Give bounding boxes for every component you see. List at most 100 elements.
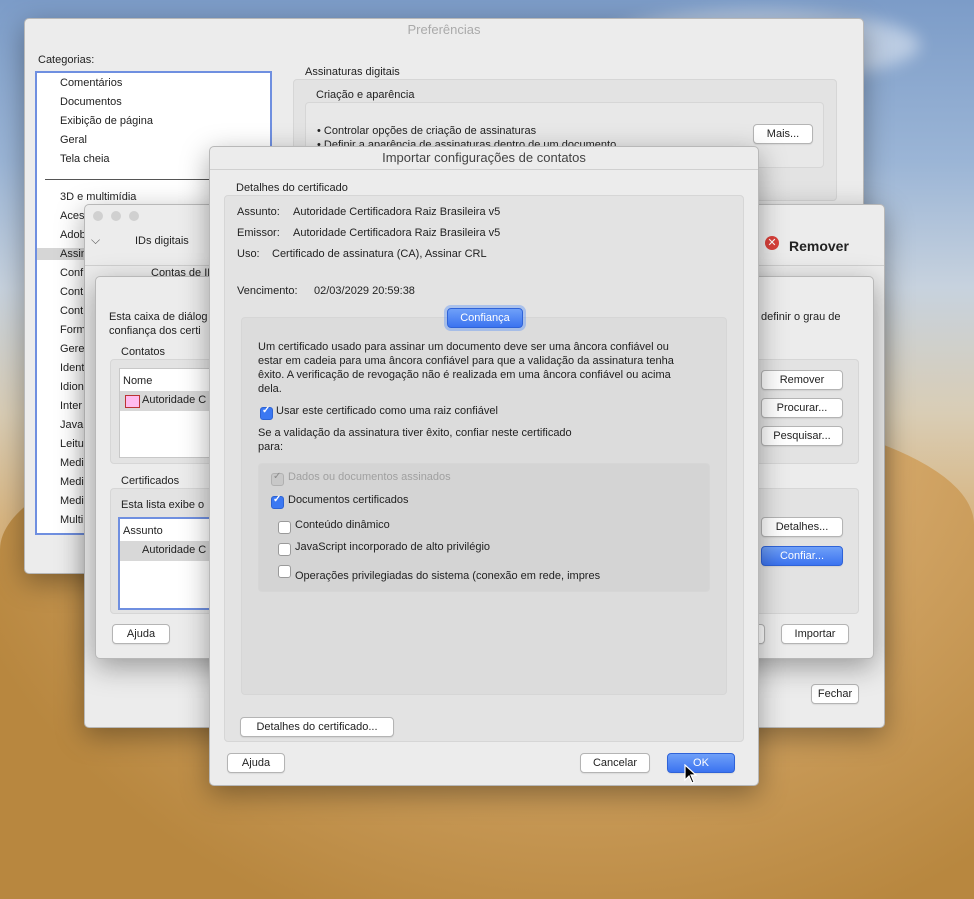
category-item[interactable]: Documentos [60, 96, 122, 108]
contacts-buttons-group: Remover Procurar... Pesquisar... [753, 359, 859, 464]
tab-trust[interactable]: Confiança [447, 308, 523, 328]
minimize-light-icon[interactable] [111, 211, 121, 221]
use-root-label[interactable]: Usar este certificado como uma raiz conf… [276, 405, 498, 417]
trust-line-1: Se a validação da assinatura tiver êxito… [258, 427, 572, 439]
category-item[interactable]: Java [60, 419, 83, 431]
category-item[interactable]: 3D e multimídia [60, 191, 136, 203]
category-item[interactable]: Medi [60, 457, 84, 469]
ids-title: IDs digitais [135, 235, 189, 247]
col-name[interactable]: Nome [123, 375, 152, 387]
details-group: Assunto: Autoridade Certificadora Raiz B… [224, 195, 744, 742]
dynamic-checkbox[interactable] [278, 521, 291, 534]
categories-divider [45, 179, 215, 180]
import-help-button[interactable]: Ajuda [227, 753, 285, 773]
contacts-desc-right: definir o grau de [761, 311, 841, 323]
system-label[interactable]: Operações privilegiadas do sistema (cone… [295, 570, 619, 582]
cert-details-button[interactable]: Detalhes do certificado... [240, 717, 394, 737]
cancel-button[interactable]: Cancelar [580, 753, 650, 773]
ok-button[interactable]: OK [667, 753, 735, 773]
para-1: Um certificado usado para assinar um doc… [258, 341, 669, 353]
issuer-label: Emissor: [237, 227, 280, 239]
contact-row[interactable]: Autoridade C [120, 391, 220, 411]
category-item[interactable]: Comentários [60, 77, 122, 89]
contacts-label: Contatos [121, 346, 166, 358]
certs-table[interactable]: Assunto Autoridade C [118, 517, 217, 610]
contacts-desc-1: Esta caixa de diálog [109, 311, 208, 323]
subject-value: Autoridade Certificadora Raiz Brasileira… [293, 206, 501, 218]
para-3: êxito. A verificação de revogação não é … [258, 369, 671, 381]
certified-label[interactable]: Documentos certificados [288, 494, 408, 506]
certs-label: Certificados [121, 475, 180, 487]
cert-row[interactable]: Autoridade C [120, 541, 215, 561]
category-item[interactable]: Gere [60, 343, 84, 355]
bullet-1: • Controlar opções de criação de assinat… [317, 125, 537, 137]
import-dialog: Importar configurações de contatos Detal… [209, 146, 759, 786]
cert-item: Autoridade C [142, 544, 207, 556]
category-item[interactable]: Geral [60, 134, 87, 146]
para-2: estar em cadeia para uma âncora confiáve… [258, 355, 674, 367]
window-title: Preferências [407, 22, 481, 37]
category-item[interactable]: Aces [60, 210, 84, 222]
trust-button[interactable]: Confiar... [761, 546, 843, 566]
category-item[interactable]: Tela cheia [60, 153, 110, 165]
category-item[interactable]: Medi [60, 495, 84, 507]
contacts-table[interactable]: Nome Autoridade C [119, 368, 221, 458]
remove-circle-icon[interactable]: ✕ [765, 236, 779, 250]
expiry-label: Vencimento: [237, 285, 298, 297]
usage-label: Uso: [237, 248, 260, 260]
trust-panel: Um certificado usado para assinar um doc… [241, 317, 727, 695]
subject-label: Assunto: [237, 206, 280, 218]
category-item[interactable]: Idion [60, 381, 84, 393]
browse-button[interactable]: Procurar... [761, 398, 843, 418]
category-item[interactable]: Ident [60, 362, 84, 374]
col-subject[interactable]: Assunto [123, 525, 163, 537]
use-root-checkbox[interactable] [260, 405, 273, 420]
cursor-icon [684, 764, 698, 784]
title-divider [210, 169, 758, 170]
contacts-help-button[interactable]: Ajuda [112, 624, 170, 644]
signed-checkbox [271, 471, 284, 486]
more-button[interactable]: Mais... [753, 124, 813, 144]
section-title: Assinaturas digitais [305, 66, 400, 78]
chevron-down-icon[interactable]: ⌵ [91, 233, 100, 248]
certs-group: Esta lista exibe o Assunto Autoridade C [110, 488, 222, 614]
zoom-light-icon[interactable] [129, 211, 139, 221]
subsection-title: Criação e aparência [316, 89, 415, 101]
details-button[interactable]: Detalhes... [761, 517, 843, 537]
certificate-icon [125, 395, 140, 408]
category-item[interactable]: Form [60, 324, 86, 336]
usage-value: Certificado de assinatura (CA), Assinar … [272, 248, 487, 260]
js-checkbox[interactable] [278, 543, 291, 556]
details-header: Detalhes do certificado [236, 182, 348, 194]
remove-label[interactable]: Remover [789, 238, 849, 254]
import-title: Importar configurações de contatos [382, 150, 586, 165]
category-item[interactable]: Multi [60, 514, 83, 526]
close-button[interactable]: Fechar [811, 684, 859, 704]
category-item[interactable]: Cont [60, 305, 83, 317]
expiry-value: 02/03/2029 20:59:38 [314, 285, 415, 297]
category-item[interactable]: Conf [60, 267, 83, 279]
categories-label: Categorias: [38, 54, 95, 66]
category-item[interactable]: Medi [60, 476, 84, 488]
category-item[interactable]: Cont [60, 286, 83, 298]
certified-checkbox[interactable] [271, 494, 284, 509]
trust-line-2: para: [258, 441, 284, 453]
import-button[interactable]: Importar [781, 624, 849, 644]
issuer-value: Autoridade Certificadora Raiz Brasileira… [293, 227, 501, 239]
certs-buttons-group: Detalhes... Confiar... [753, 488, 859, 614]
remove-contact-button[interactable]: Remover [761, 370, 843, 390]
close-light-icon[interactable] [93, 211, 103, 221]
trust-options-group: Dados ou documentos assinados Documentos… [258, 463, 710, 592]
system-checkbox[interactable] [278, 565, 291, 578]
category-item[interactable]: Leitu [60, 438, 84, 450]
js-label[interactable]: JavaScript incorporado de alto privilégi… [295, 541, 490, 553]
search-button[interactable]: Pesquisar... [761, 426, 843, 446]
contacts-desc-2: confiança dos certi [109, 325, 201, 337]
category-item[interactable]: Inter [60, 400, 82, 412]
category-item[interactable]: Exibição de página [60, 115, 153, 127]
signed-label: Dados ou documentos assinados [288, 471, 451, 483]
dynamic-label[interactable]: Conteúdo dinâmico [295, 519, 390, 531]
contact-item: Autoridade C [142, 394, 207, 406]
traffic-lights [93, 211, 139, 224]
category-item[interactable]: Adob [60, 229, 86, 241]
